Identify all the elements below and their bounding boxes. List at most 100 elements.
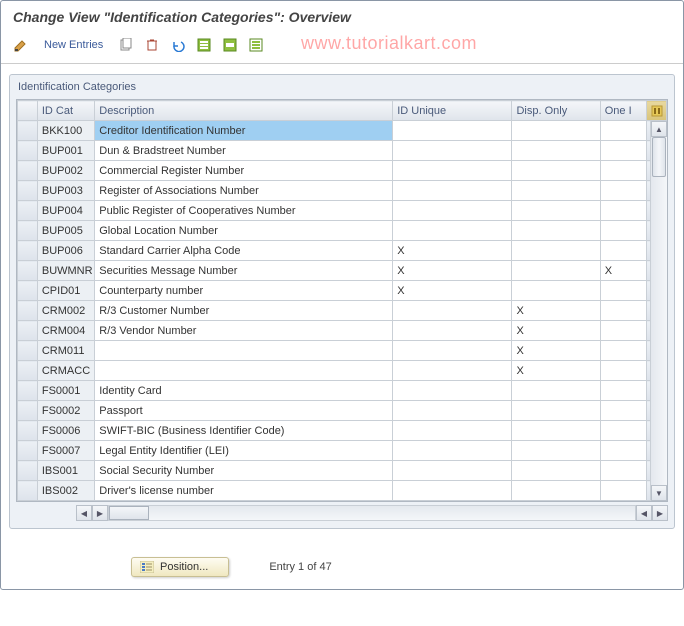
cell-description[interactable]: R/3 Vendor Number bbox=[95, 321, 393, 341]
row-selector[interactable] bbox=[18, 181, 38, 201]
cell-one[interactable] bbox=[600, 481, 646, 501]
cell-disp-only[interactable] bbox=[512, 201, 600, 221]
table-row[interactable]: BUP002Commercial Register Number bbox=[18, 161, 667, 181]
row-selector[interactable] bbox=[18, 321, 38, 341]
row-selector[interactable] bbox=[18, 341, 38, 361]
cell-idcat[interactable]: BUWMNR bbox=[37, 261, 94, 281]
col-idcat[interactable]: ID Cat bbox=[37, 101, 94, 121]
cell-disp-only[interactable] bbox=[512, 181, 600, 201]
cell-disp-only[interactable] bbox=[512, 221, 600, 241]
cell-disp-only[interactable] bbox=[512, 441, 600, 461]
cell-id-unique[interactable] bbox=[393, 141, 512, 161]
cell-id-unique[interactable] bbox=[393, 361, 512, 381]
cell-idcat[interactable]: BUP002 bbox=[37, 161, 94, 181]
table-row[interactable]: IBS002Driver's license number bbox=[18, 481, 667, 501]
cell-description[interactable]: Commercial Register Number bbox=[95, 161, 393, 181]
cell-description[interactable]: Social Security Number bbox=[95, 461, 393, 481]
cell-idcat[interactable]: CRM011 bbox=[37, 341, 94, 361]
cell-disp-only[interactable]: X bbox=[512, 321, 600, 341]
row-selector[interactable] bbox=[18, 401, 38, 421]
cell-description[interactable]: SWIFT-BIC (Business Identifier Code) bbox=[95, 421, 393, 441]
table-row[interactable]: CPID01Counterparty numberX bbox=[18, 281, 667, 301]
cell-description[interactable]: Securities Message Number bbox=[95, 261, 393, 281]
copy-icon[interactable] bbox=[116, 35, 136, 55]
cell-description[interactable]: Passport bbox=[95, 401, 393, 421]
vertical-scrollbar[interactable]: ▲ ▼ bbox=[650, 121, 667, 501]
cell-one[interactable] bbox=[600, 141, 646, 161]
cell-disp-only[interactable]: X bbox=[512, 341, 600, 361]
cell-disp-only[interactable] bbox=[512, 401, 600, 421]
cell-idcat[interactable]: CRMACC bbox=[37, 361, 94, 381]
cell-description[interactable]: R/3 Customer Number bbox=[95, 301, 393, 321]
col-id-unique[interactable]: ID Unique bbox=[393, 101, 512, 121]
cell-idcat[interactable]: BUP001 bbox=[37, 141, 94, 161]
cell-id-unique[interactable] bbox=[393, 341, 512, 361]
hscroll-track[interactable] bbox=[108, 505, 636, 521]
delete-icon[interactable] bbox=[142, 35, 162, 55]
cell-one[interactable] bbox=[600, 341, 646, 361]
row-selector[interactable] bbox=[18, 121, 38, 141]
cell-description[interactable]: Legal Entity Identifier (LEI) bbox=[95, 441, 393, 461]
cell-description[interactable]: Creditor Identification Number bbox=[95, 121, 393, 141]
cell-id-unique[interactable] bbox=[393, 381, 512, 401]
cell-idcat[interactable]: CRM002 bbox=[37, 301, 94, 321]
scroll-track[interactable] bbox=[651, 137, 667, 485]
row-selector[interactable] bbox=[18, 441, 38, 461]
table-settings-icon[interactable] bbox=[647, 101, 667, 121]
cell-one[interactable] bbox=[600, 381, 646, 401]
scroll-right-icon[interactable]: ▶ bbox=[92, 505, 108, 521]
cell-description[interactable]: Identity Card bbox=[95, 381, 393, 401]
row-selector[interactable] bbox=[18, 421, 38, 441]
horizontal-scrollbar[interactable]: ◀ ▶ ◀ ▶ bbox=[76, 504, 668, 522]
table-row[interactable]: BUP001Dun & Bradstreet Number bbox=[18, 141, 667, 161]
cell-id-unique[interactable] bbox=[393, 201, 512, 221]
scroll-up-icon[interactable]: ▲ bbox=[651, 121, 667, 137]
table-row[interactable]: FS0007Legal Entity Identifier (LEI) bbox=[18, 441, 667, 461]
cell-id-unique[interactable] bbox=[393, 441, 512, 461]
cell-idcat[interactable]: BUP003 bbox=[37, 181, 94, 201]
cell-id-unique[interactable] bbox=[393, 481, 512, 501]
row-selector-header[interactable] bbox=[18, 101, 38, 121]
cell-disp-only[interactable] bbox=[512, 481, 600, 501]
table-row[interactable]: CRM011 X bbox=[18, 341, 667, 361]
table-row[interactable]: CRM004R/3 Vendor Number X bbox=[18, 321, 667, 341]
cell-idcat[interactable]: BUP006 bbox=[37, 241, 94, 261]
cell-description[interactable]: Public Register of Cooperatives Number bbox=[95, 201, 393, 221]
cell-idcat[interactable]: BKK100 bbox=[37, 121, 94, 141]
scroll-right-end-icon[interactable]: ▶ bbox=[652, 505, 668, 521]
select-all-icon[interactable] bbox=[194, 35, 214, 55]
cell-idcat[interactable]: CRM004 bbox=[37, 321, 94, 341]
cell-id-unique[interactable]: X bbox=[393, 241, 512, 261]
table-row[interactable]: BUP005Global Location Number bbox=[18, 221, 667, 241]
scroll-left-icon[interactable]: ◀ bbox=[76, 505, 92, 521]
cell-one[interactable] bbox=[600, 221, 646, 241]
cell-disp-only[interactable]: X bbox=[512, 361, 600, 381]
cell-disp-only[interactable] bbox=[512, 281, 600, 301]
cell-one[interactable] bbox=[600, 421, 646, 441]
cell-id-unique[interactable] bbox=[393, 421, 512, 441]
table-row[interactable]: BUP003Register of Associations Number bbox=[18, 181, 667, 201]
cell-description[interactable]: Counterparty number bbox=[95, 281, 393, 301]
deselect-all-icon[interactable] bbox=[246, 35, 266, 55]
cell-one[interactable] bbox=[600, 361, 646, 381]
cell-idcat[interactable]: IBS001 bbox=[37, 461, 94, 481]
cell-disp-only[interactable] bbox=[512, 161, 600, 181]
cell-id-unique[interactable] bbox=[393, 301, 512, 321]
cell-description[interactable] bbox=[95, 361, 393, 381]
cell-idcat[interactable]: FS0001 bbox=[37, 381, 94, 401]
cell-one[interactable] bbox=[600, 181, 646, 201]
cell-one[interactable] bbox=[600, 441, 646, 461]
cell-description[interactable]: Register of Associations Number bbox=[95, 181, 393, 201]
table-row[interactable]: BUWMNRSecurities Message NumberXX bbox=[18, 261, 667, 281]
table-row[interactable]: BUP006Standard Carrier Alpha CodeX bbox=[18, 241, 667, 261]
cell-one[interactable] bbox=[600, 321, 646, 341]
cell-idcat[interactable]: FS0002 bbox=[37, 401, 94, 421]
cell-description[interactable]: Global Location Number bbox=[95, 221, 393, 241]
row-selector[interactable] bbox=[18, 261, 38, 281]
cell-disp-only[interactable] bbox=[512, 381, 600, 401]
position-button[interactable]: Position... bbox=[131, 557, 229, 577]
table-row[interactable]: IBS001Social Security Number bbox=[18, 461, 667, 481]
row-selector[interactable] bbox=[18, 481, 38, 501]
cell-description[interactable]: Driver's license number bbox=[95, 481, 393, 501]
cell-disp-only[interactable] bbox=[512, 141, 600, 161]
